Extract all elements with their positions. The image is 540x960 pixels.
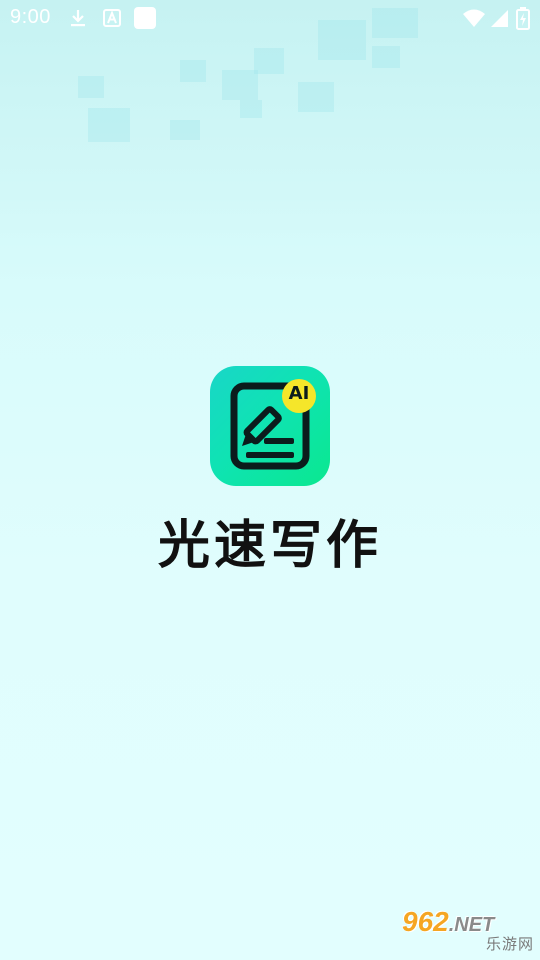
app-logo: AI bbox=[210, 366, 330, 486]
app-title: 光速写作 bbox=[157, 516, 382, 576]
watermark-brand: 962.NET bbox=[402, 908, 494, 939]
ai-badge-label: AI bbox=[288, 383, 310, 404]
signal-icon bbox=[491, 10, 508, 27]
download-icon bbox=[71, 10, 85, 27]
status-time: 9:00 bbox=[10, 6, 51, 28]
a-notification-icon bbox=[103, 9, 121, 27]
watermark-number: 962 bbox=[402, 906, 449, 937]
watermark-subtitle: 乐游网 bbox=[485, 935, 534, 953]
status-bar: 9:00 bbox=[0, 0, 540, 36]
wifi-icon bbox=[463, 9, 485, 27]
splash-screen: 9:00 AI 光速写作 962.NET 乐游网 bbox=[0, 0, 540, 960]
battery-icon bbox=[516, 7, 530, 30]
app-notification-icon bbox=[134, 7, 156, 29]
watermark-logo: 962.NET 乐游网 bbox=[402, 908, 534, 954]
